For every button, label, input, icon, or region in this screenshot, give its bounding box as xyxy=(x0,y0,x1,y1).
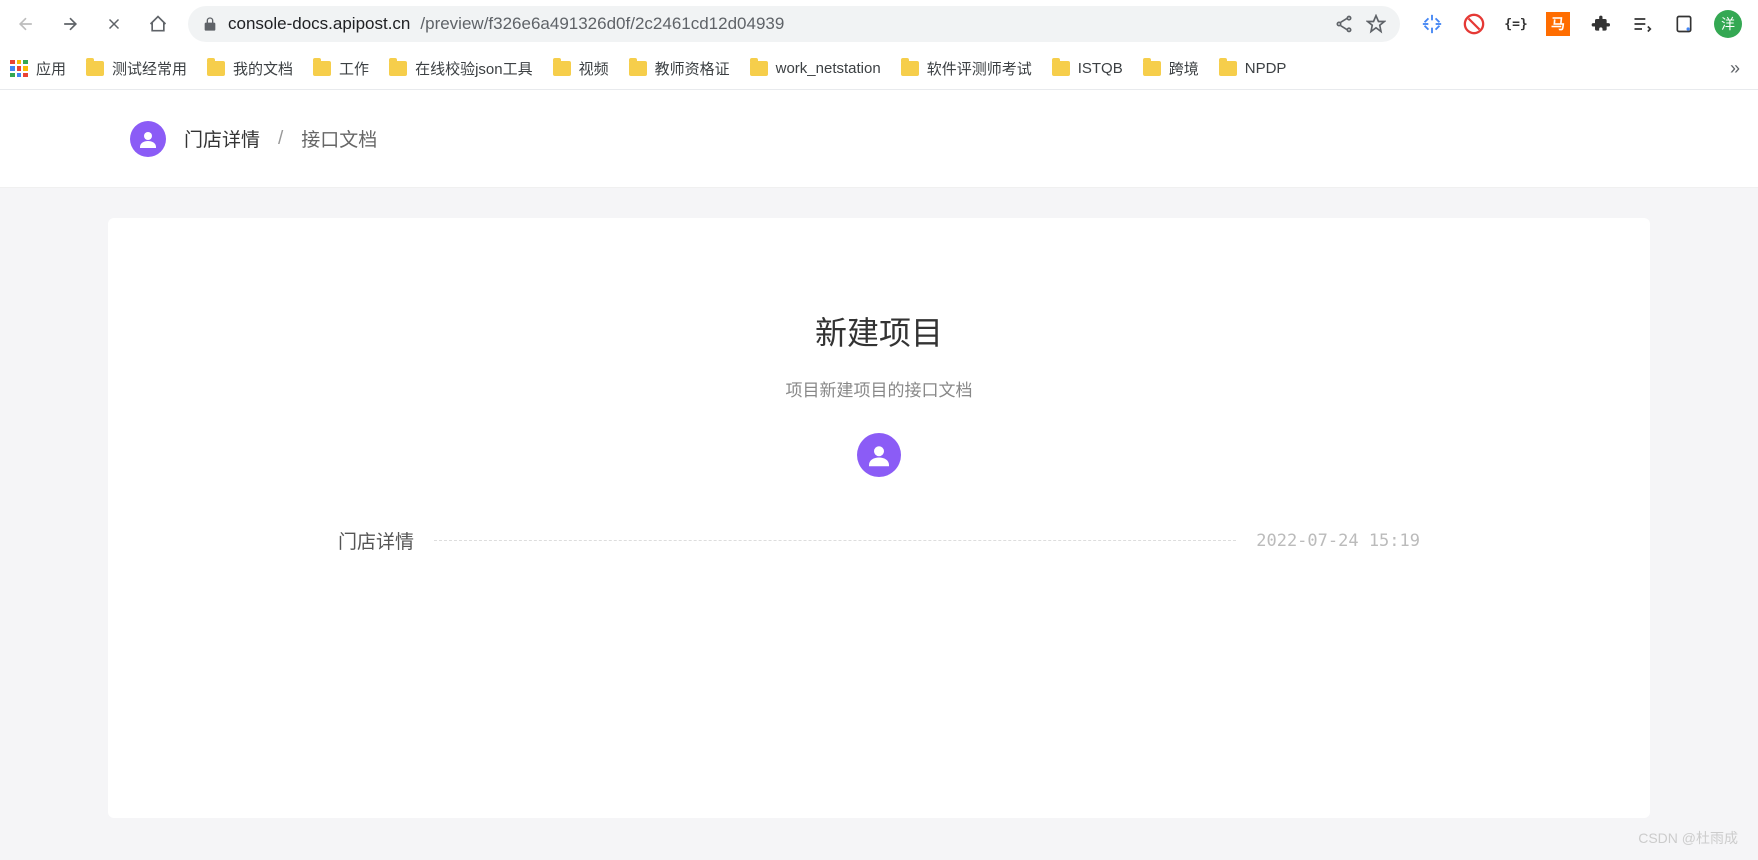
bookmark-item[interactable]: 软件评测师考试 xyxy=(901,58,1032,79)
breadcrumb-current: 接口文档 xyxy=(301,125,377,152)
bookmark-item[interactable]: NPDP xyxy=(1219,60,1287,77)
profile-avatar[interactable]: 洋 xyxy=(1714,10,1742,38)
apps-icon xyxy=(10,60,28,78)
folder-icon xyxy=(1143,61,1161,76)
folder-icon xyxy=(901,61,919,76)
ext-icon-json[interactable]: {=} xyxy=(1504,12,1528,36)
extension-icons: {=} 马 洋 xyxy=(1412,10,1750,38)
section-label: 门店详情 xyxy=(338,527,414,554)
extensions-icon[interactable] xyxy=(1588,12,1612,36)
breadcrumb-separator: / xyxy=(278,128,283,150)
folder-icon xyxy=(313,61,331,76)
project-avatar-icon xyxy=(857,433,901,477)
bookmarks-overflow[interactable]: » xyxy=(1722,58,1748,79)
section-timestamp: 2022-07-24 15:19 xyxy=(1256,531,1420,551)
ext-icon-device[interactable] xyxy=(1672,12,1696,36)
folder-icon xyxy=(750,61,768,76)
bookmark-item[interactable]: 教师资格证 xyxy=(629,58,730,79)
bookmark-item[interactable]: 视频 xyxy=(553,58,609,79)
page-body: 新建项目 项目新建项目的接口文档 门店详情 2022-07-24 15:19 xyxy=(0,188,1758,860)
bookmark-item[interactable]: 工作 xyxy=(313,58,369,79)
browser-toolbar: console-docs.apipost.cn/preview/f326e6a4… xyxy=(0,0,1758,48)
forward-button[interactable] xyxy=(52,6,88,42)
folder-icon xyxy=(553,61,571,76)
stop-button[interactable] xyxy=(96,6,132,42)
home-button[interactable] xyxy=(140,6,176,42)
folder-icon xyxy=(207,61,225,76)
folder-icon xyxy=(1219,61,1237,76)
ext-icon-adblock[interactable] xyxy=(1462,12,1486,36)
section-divider xyxy=(434,540,1236,541)
page-header: 门店详情 / 接口文档 xyxy=(0,90,1758,188)
lock-icon xyxy=(202,16,218,32)
bookmarks-bar: 应用 测试经常用 我的文档 工作 在线校验json工具 视频 教师资格证 wor… xyxy=(0,48,1758,90)
ext-icon-playlist[interactable] xyxy=(1630,12,1654,36)
folder-icon xyxy=(86,61,104,76)
content-card: 新建项目 项目新建项目的接口文档 门店详情 2022-07-24 15:19 xyxy=(108,218,1650,818)
url-bar[interactable]: console-docs.apipost.cn/preview/f326e6a4… xyxy=(188,6,1400,42)
project-subtitle: 项目新建项目的接口文档 xyxy=(168,376,1590,401)
bookmark-item[interactable]: 在线校验json工具 xyxy=(389,58,533,79)
folder-icon xyxy=(389,61,407,76)
url-host: console-docs.apipost.cn xyxy=(228,14,410,34)
bookmark-item[interactable]: 跨境 xyxy=(1143,58,1199,79)
folder-icon xyxy=(1052,61,1070,76)
share-icon[interactable] xyxy=(1334,14,1354,34)
ext-icon-orange[interactable]: 马 xyxy=(1546,12,1570,36)
url-path: /preview/f326e6a491326d0f/2c2461cd12d049… xyxy=(420,14,784,34)
user-avatar-icon[interactable] xyxy=(130,121,166,157)
section-row: 门店详情 2022-07-24 15:19 xyxy=(168,527,1590,554)
ext-icon-claude[interactable] xyxy=(1420,12,1444,36)
back-button[interactable] xyxy=(8,6,44,42)
apps-shortcut[interactable]: 应用 xyxy=(10,58,66,79)
bookmark-item[interactable]: ISTQB xyxy=(1052,60,1123,77)
folder-icon xyxy=(629,61,647,76)
bookmark-item[interactable]: 我的文档 xyxy=(207,58,293,79)
bookmark-item[interactable]: 测试经常用 xyxy=(86,58,187,79)
apps-label: 应用 xyxy=(36,58,66,79)
watermark: CSDN @杜雨成 xyxy=(1638,828,1738,848)
project-title: 新建项目 xyxy=(168,308,1590,354)
bookmark-item[interactable]: work_netstation xyxy=(750,60,881,77)
star-icon[interactable] xyxy=(1366,14,1386,34)
breadcrumb-root[interactable]: 门店详情 xyxy=(184,125,260,152)
